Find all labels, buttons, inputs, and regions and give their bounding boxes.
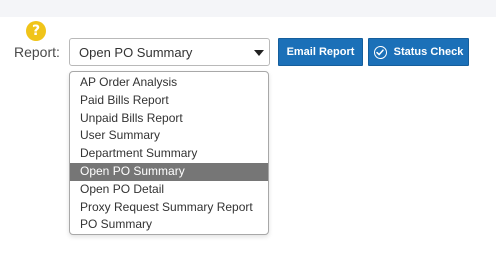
status-check-label: Status Check: [393, 46, 464, 58]
help-circle-icon[interactable]: ?: [26, 21, 46, 41]
check-circle-icon: [373, 45, 387, 59]
dropdown-option-user-summary[interactable]: User Summary: [70, 127, 268, 145]
report-select-value: Open PO Summary: [79, 45, 193, 60]
email-report-label: Email Report: [286, 46, 355, 58]
chevron-down-icon: [254, 50, 264, 56]
dropdown-option-ap-order-analysis[interactable]: AP Order Analysis: [70, 74, 268, 92]
email-report-button[interactable]: Email Report: [278, 38, 363, 66]
dropdown-option-po-summary[interactable]: PO Summary: [70, 216, 268, 234]
dropdown-option-paid-bills-report[interactable]: Paid Bills Report: [70, 92, 268, 110]
status-check-button[interactable]: Status Check: [368, 38, 469, 66]
report-dropdown-list: AP Order Analysis Paid Bills Report Unpa…: [69, 71, 269, 235]
dropdown-option-open-po-summary[interactable]: Open PO Summary: [70, 162, 268, 181]
dropdown-option-unpaid-bills-report[interactable]: Unpaid Bills Report: [70, 110, 268, 128]
dropdown-option-department-summary[interactable]: Department Summary: [70, 145, 268, 163]
report-select[interactable]: Open PO Summary: [69, 38, 270, 66]
dropdown-option-open-po-detail[interactable]: Open PO Detail: [70, 181, 268, 199]
dropdown-option-proxy-request-summary-report[interactable]: Proxy Request Summary Report: [70, 199, 268, 217]
report-label: Report:: [14, 44, 60, 60]
top-band: [0, 0, 496, 17]
